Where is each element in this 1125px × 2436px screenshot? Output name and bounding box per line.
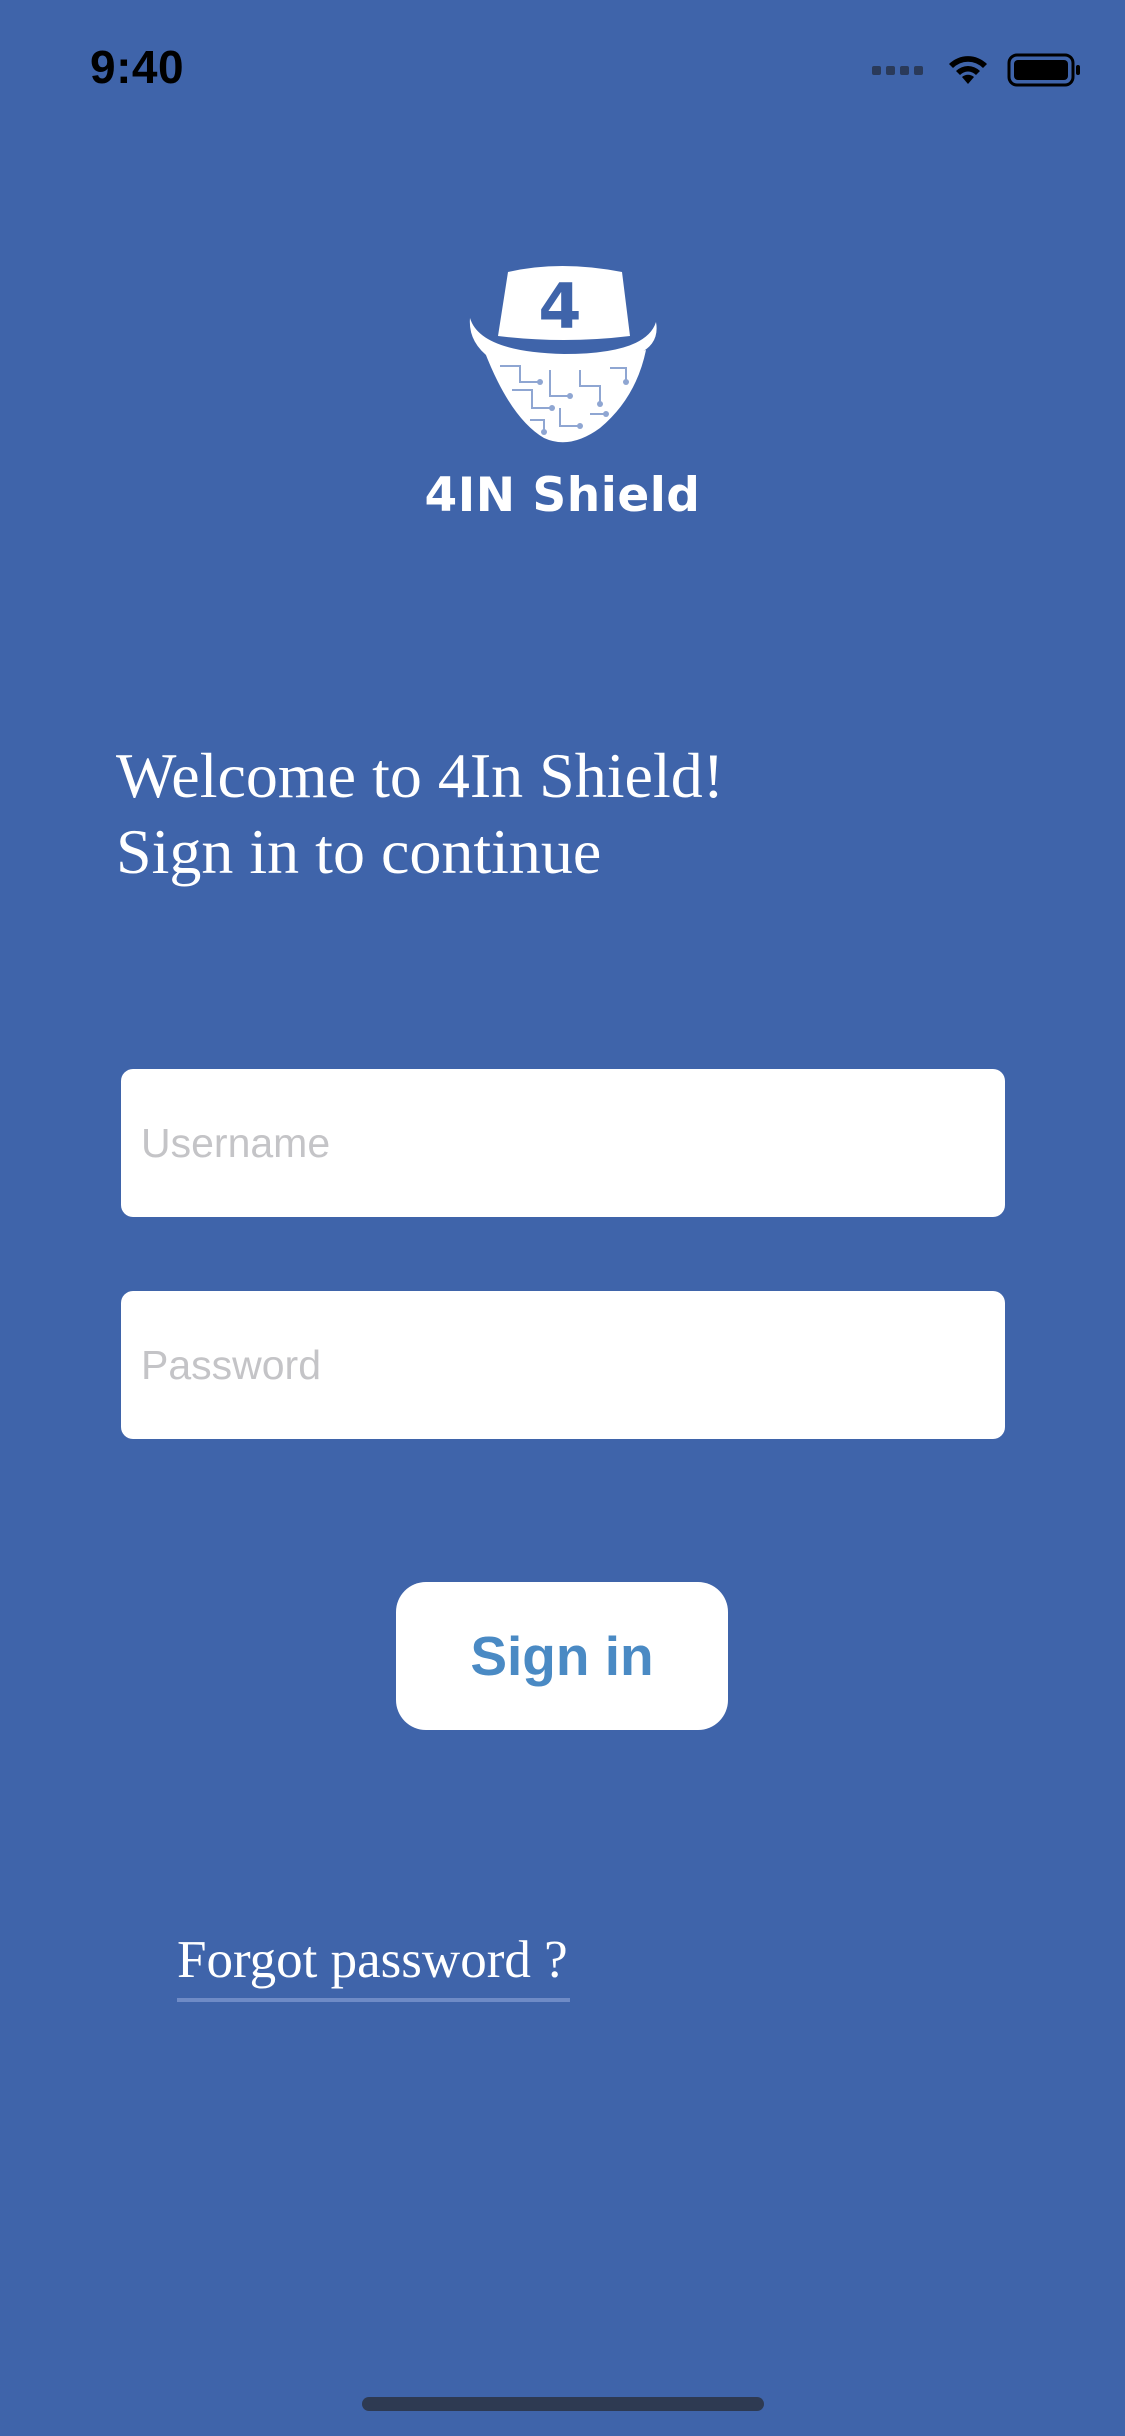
status-icons bbox=[872, 50, 1081, 90]
password-input[interactable] bbox=[121, 1291, 1005, 1439]
welcome-heading: Welcome to 4In Shield! Sign in to contin… bbox=[116, 738, 724, 890]
cellular-signal-icon bbox=[872, 65, 923, 75]
status-time: 9:40 bbox=[90, 41, 185, 93]
sign-in-button[interactable]: Sign in bbox=[396, 1582, 728, 1730]
brand-name: 4IN Shield bbox=[424, 468, 701, 523]
welcome-line-2: Sign in to continue bbox=[116, 816, 602, 887]
home-indicator[interactable] bbox=[362, 2397, 764, 2411]
welcome-line-1: Welcome to 4In Shield! bbox=[116, 740, 725, 811]
wifi-icon bbox=[949, 56, 987, 84]
forgot-password-link[interactable]: Forgot password ? bbox=[177, 1930, 570, 2002]
username-input[interactable] bbox=[121, 1069, 1005, 1217]
status-bar: 9:40 bbox=[0, 0, 1125, 140]
battery-icon bbox=[1007, 53, 1080, 87]
hat-shield-logo-icon: 4 bbox=[469, 266, 657, 443]
logo-digit: 4 bbox=[538, 270, 581, 343]
